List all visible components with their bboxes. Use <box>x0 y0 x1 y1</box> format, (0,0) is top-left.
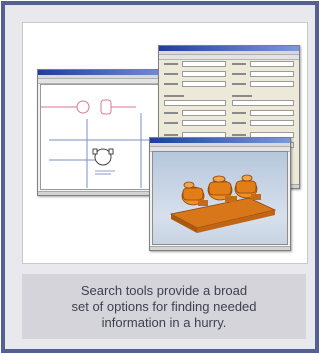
valve-symbol <box>76 100 90 114</box>
search-field <box>182 120 226 126</box>
window-status-bar <box>150 246 290 250</box>
figure-caption: Search tools provide a broad set of opti… <box>34 283 294 331</box>
search-field <box>250 71 294 77</box>
figure-frame: Search tools provide a broad set of opti… <box>1 1 319 353</box>
caption-line: Search tools provide a broad <box>80 282 248 298</box>
search-field <box>250 120 294 126</box>
model-viewport <box>152 151 288 245</box>
pump-assembly-model <box>169 174 277 233</box>
caption-line: set of options for finding needed <box>71 298 257 314</box>
screenshot-collage <box>22 22 308 264</box>
model-view-window <box>149 137 291 251</box>
search-field <box>182 71 226 77</box>
search-field <box>182 110 226 116</box>
search-field <box>232 100 294 106</box>
caption-line: information in a hurry. <box>101 314 227 330</box>
caption-box: Search tools provide a broad set of opti… <box>22 274 306 339</box>
search-field <box>182 61 226 67</box>
search-field <box>250 61 294 67</box>
instrument-symbol <box>100 99 112 115</box>
search-field <box>164 100 226 106</box>
search-field <box>250 81 294 87</box>
search-field <box>250 110 294 116</box>
search-field <box>182 81 226 87</box>
